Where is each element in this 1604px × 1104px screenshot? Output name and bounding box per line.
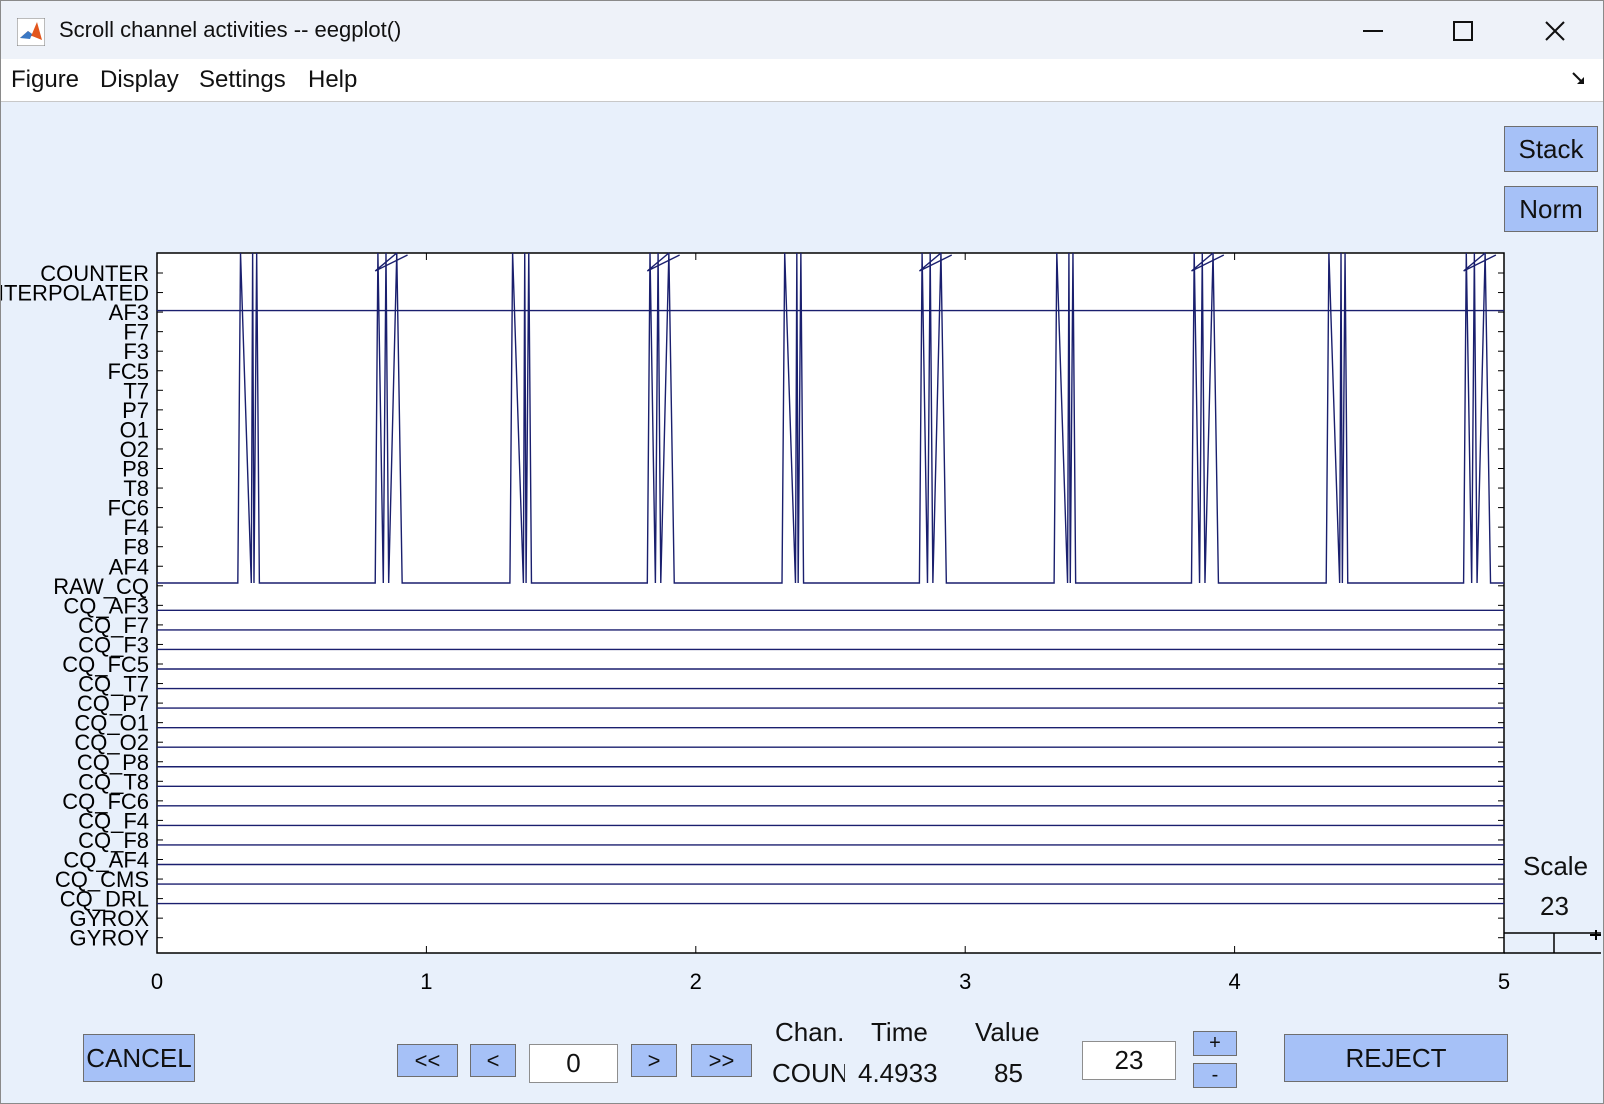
eegplot-window: Scroll channel activities -- eegplot() F… xyxy=(0,0,1604,1104)
scale-value: 23 xyxy=(1540,891,1569,921)
time-header: Time xyxy=(871,1017,928,1047)
eeg-plot[interactable]: COUNTERINTERPOLATEDAF3F7F3FC5T7P7O1O2P8T… xyxy=(1,1,1603,1001)
x-tick-label: 5 xyxy=(1498,969,1510,994)
x-tick-label: 3 xyxy=(959,969,971,994)
x-tick-label: 4 xyxy=(1228,969,1240,994)
reject-button[interactable]: REJECT xyxy=(1284,1034,1508,1082)
last-page-button[interactable]: >> xyxy=(691,1044,752,1077)
time-position-input[interactable] xyxy=(529,1044,618,1083)
increase-scale-button[interactable]: + xyxy=(1193,1031,1237,1056)
first-page-button[interactable]: << xyxy=(397,1044,458,1077)
value-readout: 85 xyxy=(994,1058,1023,1088)
next-page-button[interactable]: > xyxy=(631,1044,677,1077)
prev-page-button[interactable]: < xyxy=(470,1044,516,1077)
scale-label: Scale xyxy=(1523,851,1589,881)
cancel-button[interactable]: CANCEL xyxy=(83,1034,195,1082)
decrease-scale-button[interactable]: - xyxy=(1193,1063,1237,1088)
chan-header: Chan. xyxy=(775,1017,845,1047)
time-readout: 4.4933 xyxy=(858,1058,938,1088)
scale-input[interactable] xyxy=(1082,1041,1176,1080)
chan-readout: COUN xyxy=(772,1058,845,1088)
channel-label: GYROY xyxy=(70,926,150,951)
x-tick-label: 1 xyxy=(420,969,432,994)
value-header: Value xyxy=(975,1017,1040,1047)
x-tick-label: 2 xyxy=(690,969,702,994)
scale-bar xyxy=(1504,930,1601,954)
x-tick-label: 0 xyxy=(151,969,163,994)
plot-area[interactable] xyxy=(156,252,1505,954)
